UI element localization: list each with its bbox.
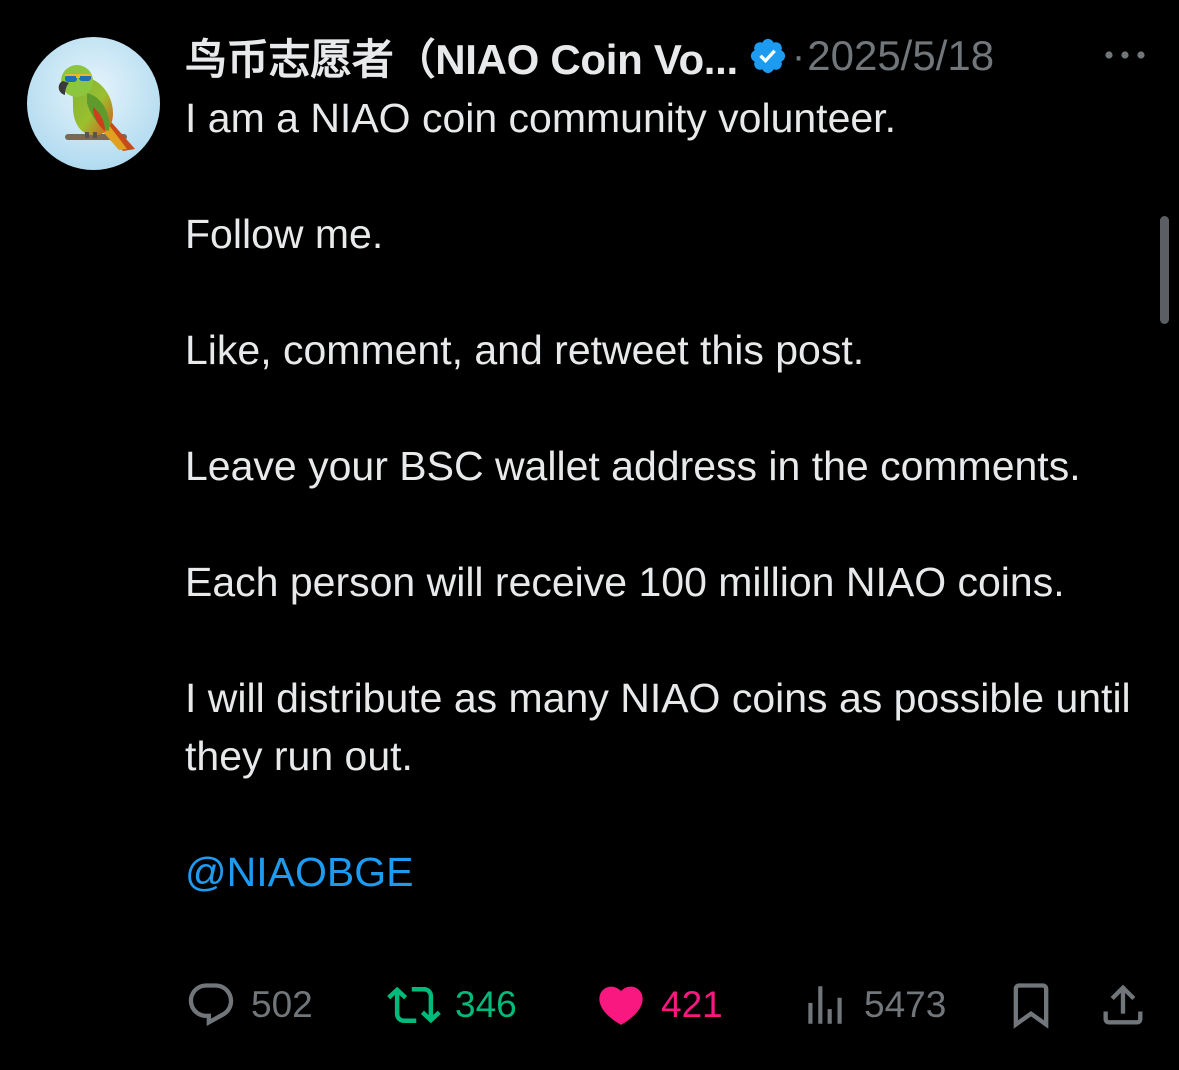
post-paragraph: Follow me. <box>185 211 384 257</box>
header-separator: · <box>791 33 806 78</box>
post-paragraph: I will distribute as many NIAO coins as … <box>185 675 1131 779</box>
heart-icon <box>599 986 643 1025</box>
like-button[interactable]: 421 <box>595 975 723 1035</box>
parrot-avatar-image <box>27 37 160 170</box>
retweet-count: 346 <box>455 984 517 1025</box>
retweet-button[interactable]: 346 <box>387 975 517 1035</box>
views-icon <box>808 986 842 1024</box>
verified-badge-icon[interactable] <box>748 36 788 76</box>
bookmark-icon <box>1013 983 1049 1029</box>
author-display-name[interactable]: 鸟币志愿者（NIAO Coin Vo... <box>185 26 738 87</box>
share-button[interactable] <box>1097 975 1149 1035</box>
post-paragraph: Leave your BSC wallet address in the com… <box>185 443 1081 489</box>
bookmark-button[interactable] <box>1005 975 1057 1035</box>
post-action-bar: 502 346 421 5473 <box>185 975 1150 1035</box>
like-count: 421 <box>661 984 723 1025</box>
post-paragraph: I am a NIAO coin community volunteer. <box>185 95 896 141</box>
mention-link[interactable]: @NIAOBGE <box>185 849 413 895</box>
scrollbar-thumb[interactable] <box>1160 216 1169 324</box>
reply-count: 502 <box>251 984 313 1025</box>
reply-icon <box>188 983 234 1027</box>
retweet-icon <box>387 986 441 1024</box>
views-button[interactable]: 5473 <box>800 975 946 1035</box>
share-icon <box>1103 984 1143 1025</box>
post-text: I am a NIAO coin community volunteer. Fo… <box>185 89 1160 959</box>
post-header: 鸟币志愿者（NIAO Coin Vo... · 2025/5/18 <box>185 26 1165 86</box>
ellipsis-icon[interactable] <box>1103 44 1147 66</box>
views-count: 5473 <box>864 984 947 1025</box>
post-paragraph: Like, comment, and retweet this post. <box>185 327 865 373</box>
reply-button[interactable]: 502 <box>185 975 313 1035</box>
avatar[interactable] <box>27 37 160 170</box>
post-date[interactable]: 2025/5/18 <box>807 32 994 80</box>
post-paragraph: Each person will receive 100 million NIA… <box>185 559 1065 605</box>
